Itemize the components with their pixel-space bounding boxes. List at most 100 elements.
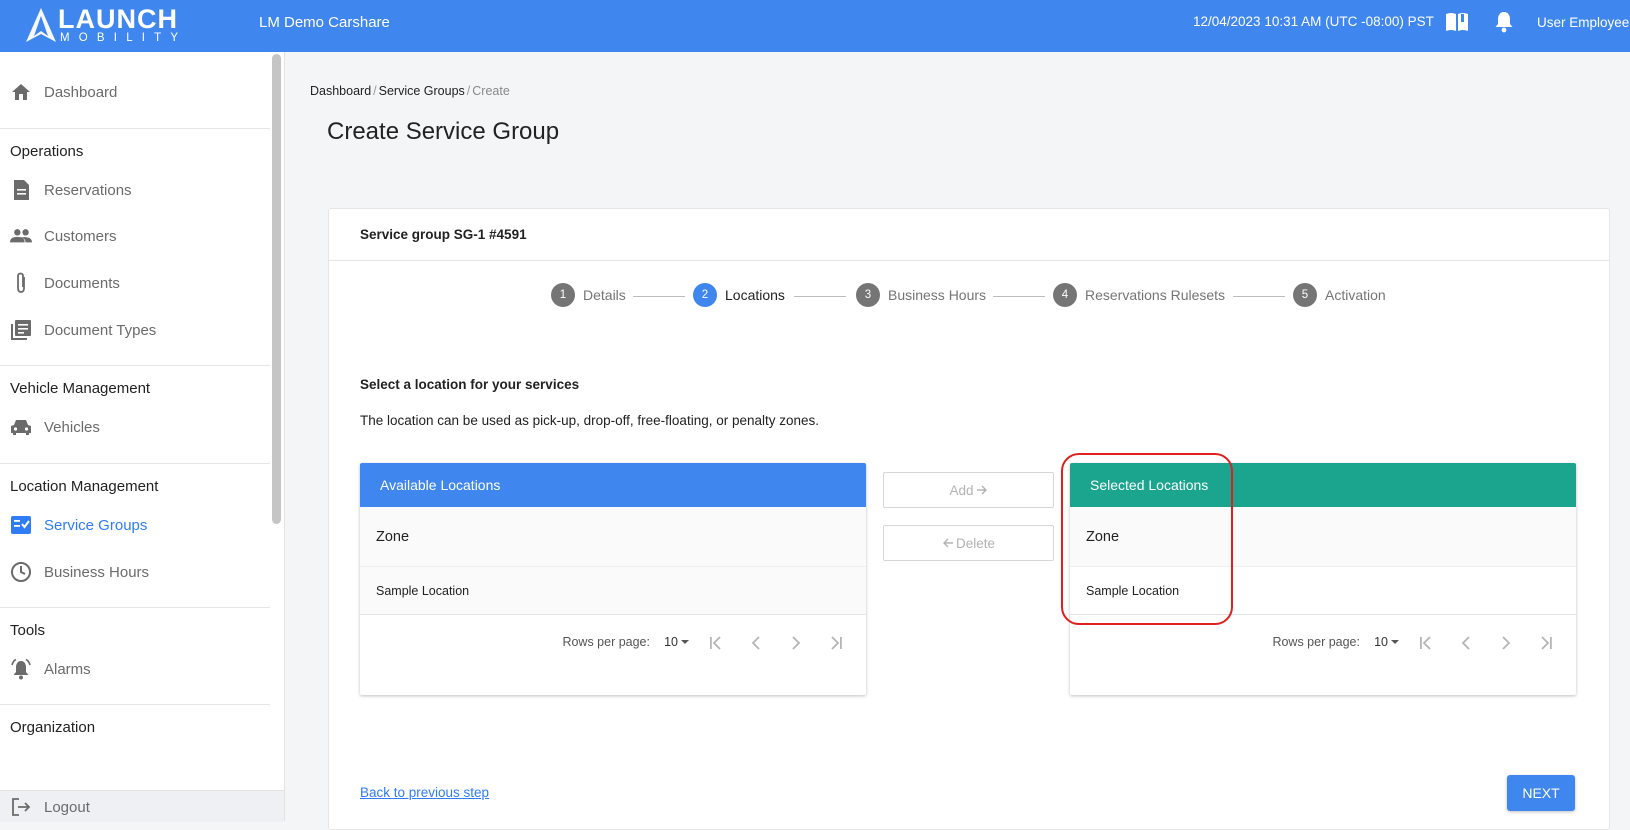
first-page-icon[interactable]	[1416, 633, 1436, 653]
section-operations: Operations	[10, 143, 84, 160]
previous-page-icon[interactable]	[1456, 633, 1476, 653]
people-icon	[10, 225, 32, 247]
card-header: Service group SG-1 #4591	[329, 209, 1609, 261]
table-row[interactable]: Sample Location	[360, 567, 866, 615]
step-number: 1	[551, 283, 575, 307]
arrow-right-icon	[976, 485, 987, 495]
rocket-logo-icon	[26, 8, 56, 42]
step-number: 4	[1053, 283, 1077, 307]
step-activation[interactable]: 5 Activation	[1293, 283, 1386, 307]
stepper: 1 Details 2 Locations 3 Business Hours 4…	[329, 283, 1609, 313]
step-number: 3	[856, 283, 880, 307]
add-label: Add	[949, 482, 974, 498]
rows-per-page-value: 10	[1374, 635, 1388, 649]
sidebar-item-label: Customers	[44, 227, 117, 245]
step-reservations-rulesets[interactable]: 4 Reservations Rulesets	[1053, 283, 1225, 307]
logout-button[interactable]: Logout	[0, 787, 270, 827]
last-page-icon[interactable]	[1536, 633, 1556, 653]
sidebar-item-label: Alarms	[44, 660, 91, 678]
table-pagination: Rows per page: 10	[360, 615, 866, 685]
highlight-annotation	[1061, 453, 1233, 625]
sidebar-item-reservations[interactable]: Reservations	[0, 170, 270, 210]
rows-per-page-select[interactable]: 10	[1374, 635, 1402, 649]
notification-bell-icon[interactable]	[1494, 11, 1514, 38]
arrow-left-icon	[942, 538, 953, 548]
section-tools: Tools	[10, 622, 46, 639]
step-business-hours[interactable]: 3 Business Hours	[856, 283, 986, 307]
available-locations-header: Available Locations	[360, 463, 866, 507]
sidebar-item-alarms[interactable]: Alarms	[0, 649, 270, 689]
rows-per-page-label: Rows per page:	[1272, 635, 1360, 649]
card-title: Service group SG-1 #4591	[360, 227, 527, 242]
step-connector	[633, 296, 685, 297]
sidebar-divider	[0, 704, 270, 705]
rows-per-page-select[interactable]: 10	[664, 635, 692, 649]
sidebar-item-dashboard[interactable]: Dashboard	[0, 72, 270, 112]
breadcrumb-current: Create	[472, 84, 510, 98]
breadcrumb-dashboard[interactable]: Dashboard	[310, 84, 371, 98]
table-pagination: Rows per page: 10	[1070, 615, 1576, 685]
app-name: LM Demo Carshare	[259, 14, 390, 31]
breadcrumb: Dashboard / Service Groups / Create	[310, 84, 510, 98]
sidebar-divider	[0, 607, 270, 608]
alarm-bell-icon	[10, 658, 32, 680]
sidebar-item-service-groups[interactable]: Service Groups	[0, 505, 270, 545]
delete-label: Delete	[955, 535, 996, 551]
column-header-zone[interactable]: Zone	[360, 507, 866, 567]
sidebar-divider	[0, 128, 270, 129]
next-page-icon[interactable]	[1496, 633, 1516, 653]
rows-per-page-label: Rows per page:	[562, 635, 650, 649]
sidebar-scrollbar[interactable]	[272, 54, 281, 524]
step-connector	[993, 296, 1045, 297]
step-connector	[794, 296, 846, 297]
first-page-icon[interactable]	[706, 633, 726, 653]
step-label: Locations	[725, 287, 785, 303]
step-label: Business Hours	[888, 287, 987, 303]
caret-down-icon	[1391, 640, 1399, 644]
sidebar-item-label: Dashboard	[44, 83, 118, 101]
step-details[interactable]: 1 Details	[551, 283, 626, 307]
next-page-icon[interactable]	[786, 633, 806, 653]
section-vehicle-management: Vehicle Management	[10, 380, 151, 397]
step-locations[interactable]: 2 Locations	[693, 283, 785, 307]
step-label: Details	[583, 287, 626, 303]
breadcrumb-service-groups[interactable]: Service Groups	[379, 84, 465, 98]
caret-down-icon	[681, 640, 689, 644]
delete-button[interactable]: Delete	[883, 525, 1054, 561]
available-locations-panel: Available Locations Zone Sample Location…	[360, 463, 866, 695]
page-title: Create Service Group	[327, 118, 560, 145]
logout-bar: Logout	[0, 790, 284, 822]
home-icon	[10, 81, 32, 103]
paperclip-icon	[10, 272, 32, 294]
current-datetime: 12/04/2023 10:31 AM (UTC -08:00) PST	[1193, 14, 1434, 29]
back-to-previous-step-link[interactable]: Back to previous step	[360, 785, 489, 800]
previous-page-icon[interactable]	[746, 633, 766, 653]
sidebar-item-label: Business Hours	[44, 563, 150, 581]
logout-icon	[10, 796, 32, 818]
user-menu[interactable]: User Employee	[1537, 15, 1629, 30]
section-location-management: Location Management	[10, 478, 159, 495]
next-button[interactable]: NEXT	[1507, 775, 1575, 811]
clock-icon	[10, 561, 32, 583]
sidebar-item-label: Vehicles	[44, 418, 100, 436]
sidebar-item-documents[interactable]: Documents	[0, 263, 270, 303]
sidebar-item-document-types[interactable]: Document Types	[0, 310, 270, 350]
step-label: Activation	[1325, 287, 1386, 303]
logout-label: Logout	[44, 798, 90, 816]
car-icon	[10, 416, 32, 438]
add-button[interactable]: Add	[883, 472, 1054, 508]
sidebar-item-vehicles[interactable]: Vehicles	[0, 407, 270, 447]
breadcrumb-separator: /	[373, 84, 377, 98]
service-group-card: Service group SG-1 #4591 1 Details 2 Loc…	[328, 208, 1610, 830]
sidebar-item-customers[interactable]: Customers	[0, 216, 270, 256]
open-book-icon[interactable]	[1445, 11, 1469, 38]
step-label: Reservations Rulesets	[1085, 287, 1226, 303]
sidebar-item-business-hours[interactable]: Business Hours	[0, 552, 270, 592]
logo-subword: MOBILITY	[60, 32, 188, 44]
last-page-icon[interactable]	[826, 633, 846, 653]
section-heading: Select a location for your services	[360, 377, 580, 392]
breadcrumb-separator: /	[466, 84, 471, 98]
launch-mobility-logo[interactable]: LAUNCH MOBILITY	[26, 4, 178, 46]
step-number: 5	[1293, 283, 1317, 307]
sidebar-divider	[0, 463, 270, 464]
